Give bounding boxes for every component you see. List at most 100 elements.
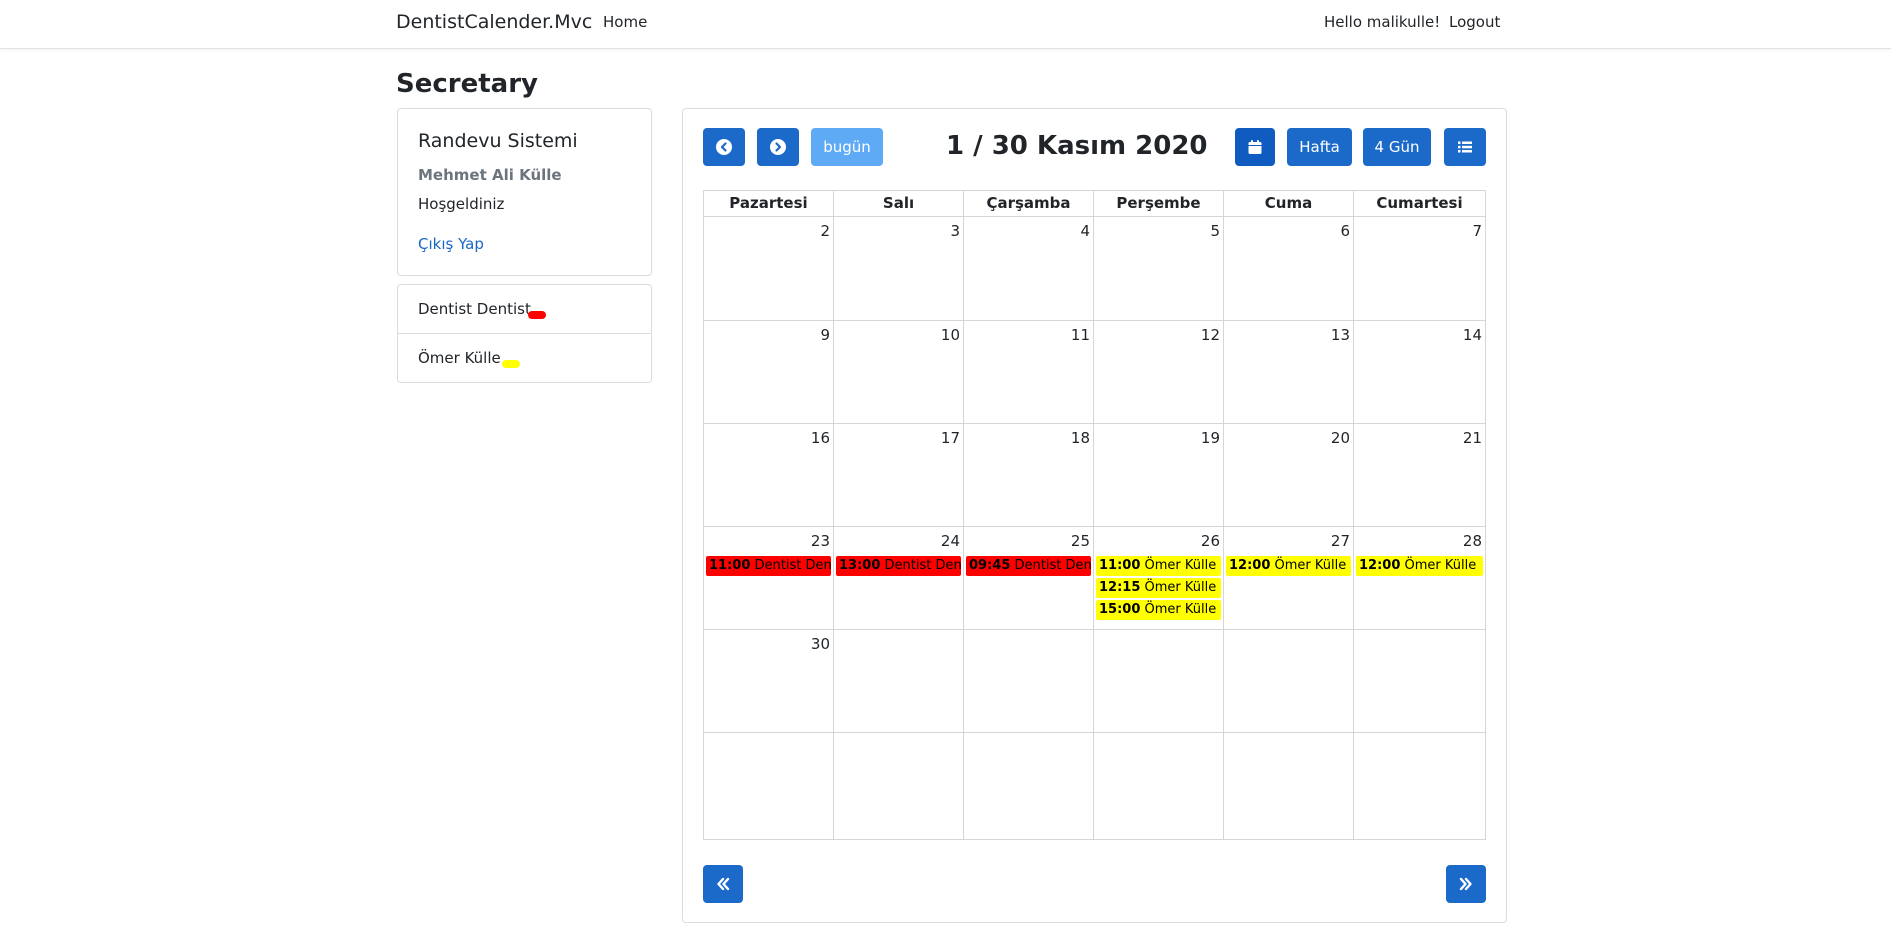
- calendar-event[interactable]: 11:00 Dentist Dentist: [706, 556, 831, 576]
- chevron-right-icon: [770, 139, 786, 155]
- day-number[interactable]: 7: [1472, 222, 1482, 240]
- calendar-day-cell[interactable]: [834, 733, 964, 839]
- day-number[interactable]: 2: [820, 222, 830, 240]
- info-card-title: Randevu Sistemi: [418, 130, 578, 152]
- nav-home-link[interactable]: Home: [603, 13, 647, 31]
- prev-month-button[interactable]: [703, 128, 745, 166]
- day-number[interactable]: 5: [1210, 222, 1220, 240]
- calendar-day-cell[interactable]: [834, 630, 964, 733]
- day-number[interactable]: 4: [1080, 222, 1090, 240]
- calendar-day-cell[interactable]: 17: [834, 424, 964, 527]
- calendar-day-cell[interactable]: [1224, 733, 1354, 839]
- dentist-list-item[interactable]: Dentist Dentist: [398, 285, 651, 334]
- calendar-day-cell[interactable]: 14: [1354, 321, 1485, 424]
- dentist-name: Dentist Dentist: [418, 300, 531, 318]
- calendar-day-cell[interactable]: [1094, 733, 1224, 839]
- calendar-day-cell[interactable]: 24 13:00 Dentist Dentist: [834, 527, 964, 630]
- calendar-event[interactable]: 12:00 Ömer Külle: [1356, 556, 1483, 576]
- calendar-day-cell[interactable]: 26 11:00 Ömer Külle 12:15 Ömer Külle 15:00 …: [1094, 527, 1224, 630]
- today-button[interactable]: bugün: [811, 128, 883, 166]
- calendar-day-cell[interactable]: [1094, 630, 1224, 733]
- event-title: Dentist Dentist: [1014, 558, 1091, 573]
- day-number[interactable]: 20: [1331, 429, 1350, 447]
- next-year-button[interactable]: [1446, 865, 1486, 903]
- event-time: 09:45: [969, 558, 1011, 573]
- calendar-event[interactable]: 12:00 Ömer Külle: [1226, 556, 1351, 576]
- calendar-day-cell[interactable]: 20: [1224, 424, 1354, 527]
- calendar-event[interactable]: 09:45 Dentist Dentist: [966, 556, 1091, 576]
- list-view-button[interactable]: [1444, 128, 1486, 166]
- calendar-day-cell[interactable]: 28 12:00 Ömer Külle: [1354, 527, 1485, 630]
- next-month-button[interactable]: [757, 128, 799, 166]
- day-number[interactable]: 30: [811, 635, 830, 653]
- month-view-button[interactable]: [1235, 128, 1275, 166]
- calendar-grid: Pazartesi Salı Çarşamba Perşembe Cuma Cumarte…: [703, 190, 1486, 840]
- day-number[interactable]: 23: [811, 532, 830, 550]
- day-number[interactable]: 10: [941, 326, 960, 344]
- day-number[interactable]: 24: [941, 532, 960, 550]
- calendar-day-cell[interactable]: 5: [1094, 217, 1224, 321]
- brand-link[interactable]: DentistCalender.Mvc: [396, 11, 592, 33]
- prev-year-button[interactable]: [703, 865, 743, 903]
- top-navbar: DentistCalender.Mvc Home Hello malikulle…: [0, 0, 1891, 49]
- calendar-event[interactable]: 12:15 Ömer Külle: [1096, 578, 1221, 598]
- calendar-day-cell[interactable]: 18: [964, 424, 1094, 527]
- calendar-event[interactable]: 13:00 Dentist Dentist: [836, 556, 961, 576]
- nav-logout-link[interactable]: Logout: [1449, 13, 1500, 31]
- calendar-event[interactable]: 15:00 Ömer Külle: [1096, 600, 1221, 620]
- calendar-day-cell[interactable]: 13: [1224, 321, 1354, 424]
- day-number[interactable]: 21: [1463, 429, 1482, 447]
- calendar-day-cell[interactable]: 6: [1224, 217, 1354, 321]
- calendar-day-cell[interactable]: 11: [964, 321, 1094, 424]
- day-number[interactable]: 17: [941, 429, 960, 447]
- week-view-button[interactable]: Hafta: [1287, 128, 1352, 166]
- day-number[interactable]: 27: [1331, 532, 1350, 550]
- calendar-day-cell[interactable]: 23 11:00 Dentist Dentist: [704, 527, 834, 630]
- calendar-day-cell[interactable]: [704, 733, 834, 839]
- calendar-day-cell[interactable]: [1354, 733, 1485, 839]
- calendar-day-cell[interactable]: [964, 630, 1094, 733]
- calendar-day-cell[interactable]: 10: [834, 321, 964, 424]
- calendar-day-cell[interactable]: 4: [964, 217, 1094, 321]
- calendar-day-cell[interactable]: 27 12:00 Ömer Külle: [1224, 527, 1354, 630]
- day-number[interactable]: 25: [1071, 532, 1090, 550]
- calendar-day-cell[interactable]: [1354, 630, 1485, 733]
- calendar-day-cell[interactable]: 30: [704, 630, 834, 733]
- calendar-day-cell[interactable]: 12: [1094, 321, 1224, 424]
- nav-user-greeting-link[interactable]: Hello malikulle!: [1324, 13, 1440, 31]
- dentist-list-item[interactable]: Ömer Külle: [398, 334, 651, 383]
- event-title: Ömer Külle: [1404, 558, 1477, 573]
- day-number[interactable]: 26: [1201, 532, 1220, 550]
- day-number[interactable]: 18: [1071, 429, 1090, 447]
- day-number[interactable]: 28: [1463, 532, 1482, 550]
- calendar-day-cell[interactable]: [964, 733, 1094, 839]
- day-number[interactable]: 6: [1340, 222, 1350, 240]
- calendar-day-cell[interactable]: [1224, 630, 1354, 733]
- event-title: Ömer Külle: [1144, 602, 1217, 617]
- day-number[interactable]: 13: [1331, 326, 1350, 344]
- calendar-event[interactable]: 11:00 Ömer Külle: [1096, 556, 1221, 576]
- event-time: 11:00: [709, 558, 751, 573]
- day-number[interactable]: 9: [820, 326, 830, 344]
- calendar-day-cell[interactable]: 16: [704, 424, 834, 527]
- weekday-header: Cuma: [1224, 191, 1354, 217]
- calendar-day-cell[interactable]: 25 09:45 Dentist Dentist: [964, 527, 1094, 630]
- calendar-day-cell[interactable]: 19: [1094, 424, 1224, 527]
- dentist-color-badge: [528, 311, 546, 319]
- calendar-title: 1 / 30 Kasım 2020: [946, 131, 1208, 161]
- calendar-day-cell[interactable]: 9: [704, 321, 834, 424]
- day-number[interactable]: 19: [1201, 429, 1220, 447]
- day-number[interactable]: 16: [811, 429, 830, 447]
- info-card-logout-link[interactable]: Çıkış Yap: [418, 235, 484, 253]
- four-day-view-button[interactable]: 4 Gün: [1363, 128, 1431, 166]
- calendar-day-cell[interactable]: 3: [834, 217, 964, 321]
- dentist-list: Dentist Dentist Ömer Külle: [397, 284, 652, 383]
- day-number[interactable]: 14: [1463, 326, 1482, 344]
- day-number[interactable]: 11: [1071, 326, 1090, 344]
- event-title: Ömer Külle: [1274, 558, 1347, 573]
- day-number[interactable]: 12: [1201, 326, 1220, 344]
- day-number[interactable]: 3: [950, 222, 960, 240]
- calendar-day-cell[interactable]: 2: [704, 217, 834, 321]
- calendar-day-cell[interactable]: 7: [1354, 217, 1485, 321]
- calendar-day-cell[interactable]: 21: [1354, 424, 1485, 527]
